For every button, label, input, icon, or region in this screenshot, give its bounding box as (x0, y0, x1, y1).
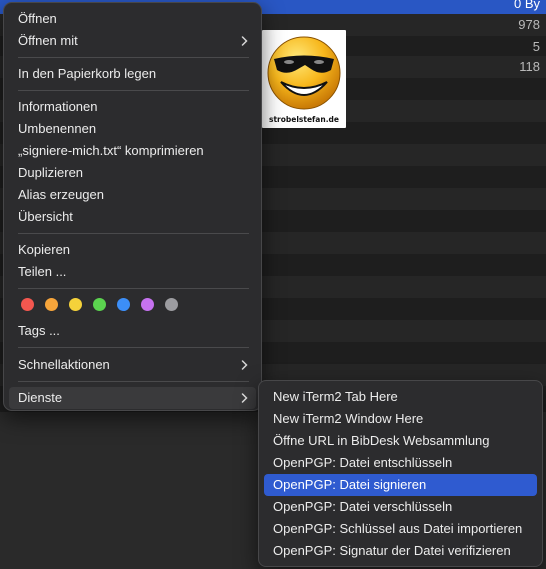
service-openpgp-sign[interactable]: OpenPGP: Datei signieren (264, 474, 537, 496)
menu-item-services[interactable]: Dienste (9, 387, 256, 409)
menu-item-move-to-trash[interactable]: In den Papierkorb legen (9, 63, 256, 85)
menu-item-quick-look[interactable]: Übersicht (9, 206, 256, 228)
service-label: OpenPGP: Signatur der Datei verifizieren (273, 543, 511, 558)
menu-item-label: Informationen (18, 99, 98, 114)
tag-gray[interactable] (165, 298, 178, 311)
service-openpgp-encrypt[interactable]: OpenPGP: Datei verschlüsseln (264, 496, 537, 518)
file-size: 5 (532, 39, 540, 54)
service-label: Öffne URL in BibDesk Websammlung (273, 433, 490, 448)
service-openpgp-verify-signature[interactable]: OpenPGP: Signatur der Datei verifizieren (264, 540, 537, 562)
menu-divider (18, 90, 249, 91)
tag-purple[interactable] (141, 298, 154, 311)
menu-item-label: Übersicht (18, 209, 73, 224)
tag-orange[interactable] (45, 298, 58, 311)
menu-item-label: Teilen ... (18, 264, 67, 279)
file-size: 118 (519, 59, 540, 74)
file-size: 978 (518, 17, 540, 32)
service-label: OpenPGP: Datei verschlüsseln (273, 499, 453, 514)
menu-divider (18, 288, 249, 289)
tag-green[interactable] (93, 298, 106, 311)
service-openpgp-import-key[interactable]: OpenPGP: Schlüssel aus Datei importieren (264, 518, 537, 540)
menu-divider (18, 347, 249, 348)
service-label: New iTerm2 Tab Here (273, 389, 398, 404)
service-label: OpenPGP: Datei entschlüsseln (273, 455, 453, 470)
service-label: OpenPGP: Schlüssel aus Datei importieren (273, 521, 523, 536)
menu-item-label: Alias erzeugen (18, 187, 104, 202)
menu-item-duplicate[interactable]: Duplizieren (9, 162, 256, 184)
menu-item-label: Schnellaktionen (18, 357, 110, 372)
service-label: New iTerm2 Window Here (273, 411, 424, 426)
services-submenu: New iTerm2 Tab Here New iTerm2 Window He… (258, 380, 543, 567)
menu-divider (18, 57, 249, 58)
menu-item-make-alias[interactable]: Alias erzeugen (9, 184, 256, 206)
menu-divider (18, 381, 249, 382)
chevron-right-icon (241, 36, 248, 46)
file-preview-thumbnail: strobelstefan.de (262, 30, 346, 128)
menu-item-share[interactable]: Teilen ... (9, 261, 256, 283)
menu-item-label: Kopieren (18, 242, 71, 257)
watermark-text: strobelstefan.de (268, 115, 340, 124)
tag-red[interactable] (21, 298, 34, 311)
chevron-right-icon (241, 360, 248, 370)
tag-blue[interactable] (117, 298, 130, 311)
service-label: OpenPGP: Datei signieren (273, 477, 427, 492)
menu-item-label: Umbenennen (18, 121, 97, 136)
menu-item-label: Duplizieren (18, 165, 84, 180)
service-open-url-bibdesk[interactable]: Öffne URL in BibDesk Websammlung (264, 430, 537, 452)
menu-item-tags[interactable]: Tags ... (9, 320, 256, 342)
file-size: 0 By (513, 0, 540, 11)
smiley-logo-icon (267, 36, 341, 110)
menu-item-copy[interactable]: Kopieren (9, 239, 256, 261)
chevron-right-icon (241, 393, 248, 403)
service-new-iterm2-window[interactable]: New iTerm2 Window Here (264, 408, 537, 430)
menu-item-rename[interactable]: Umbenennen (9, 118, 256, 140)
service-openpgp-decrypt[interactable]: OpenPGP: Datei entschlüsseln (264, 452, 537, 474)
menu-item-open-with[interactable]: Öffnen mit (9, 30, 256, 52)
menu-divider (18, 233, 249, 234)
menu-item-label: Tags ... (18, 323, 60, 338)
menu-item-label: „signiere-mich.txt“ komprimieren (18, 143, 204, 158)
service-new-iterm2-tab[interactable]: New iTerm2 Tab Here (264, 386, 537, 408)
context-menu: Öffnen Öffnen mit In den Papierkorb lege… (3, 2, 262, 411)
menu-item-label: Öffnen mit (18, 33, 78, 48)
menu-item-label: Dienste (18, 390, 63, 405)
menu-item-quick-actions[interactable]: Schnellaktionen (9, 354, 256, 376)
menu-item-get-info[interactable]: Informationen (9, 96, 256, 118)
menu-item-compress[interactable]: „signiere-mich.txt“ komprimieren (9, 140, 256, 162)
menu-item-label: In den Papierkorb legen (18, 66, 157, 81)
menu-item-open[interactable]: Öffnen (9, 8, 256, 30)
menu-item-label: Öffnen (18, 11, 57, 26)
tag-yellow[interactable] (69, 298, 82, 311)
